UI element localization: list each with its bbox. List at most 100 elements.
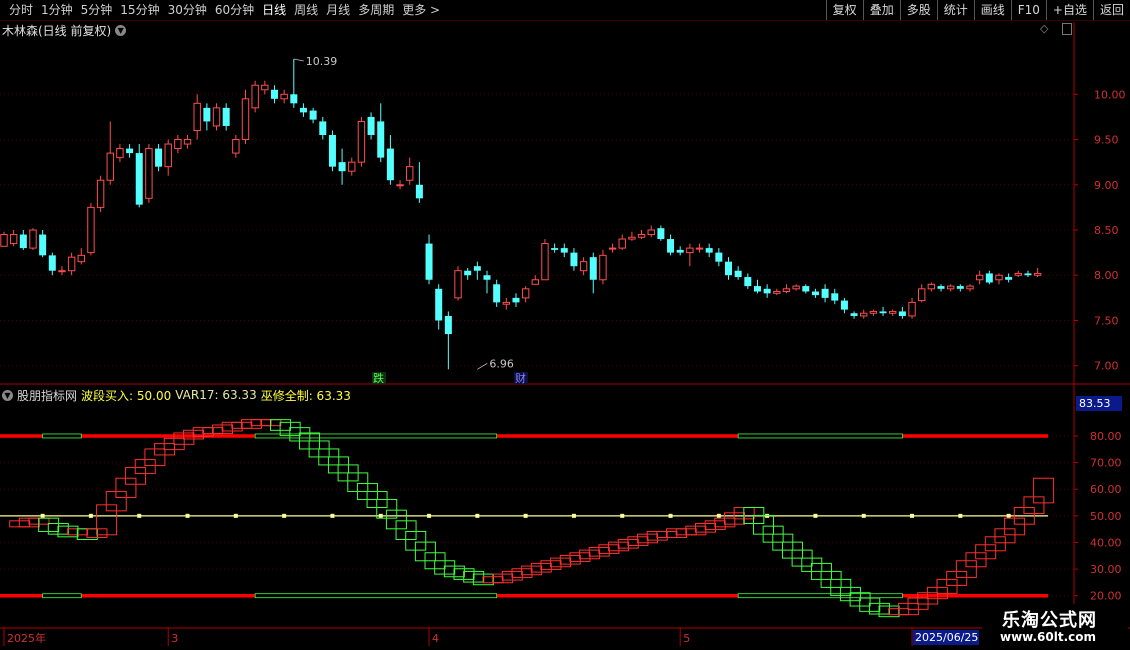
- annotation-arrow: [293, 58, 304, 62]
- candle-body: [367, 116, 375, 135]
- indicator-value-control: 巫修全制: 63.33: [260, 388, 351, 403]
- candle: [744, 273, 752, 289]
- midline-dot: [716, 513, 721, 518]
- price-tick-label: 9.00: [1094, 179, 1119, 192]
- midline-dot: [282, 513, 287, 518]
- candle-body: [918, 288, 926, 302]
- diamond-icon[interactable]: ◇: [1040, 22, 1048, 35]
- candle: [241, 89, 250, 145]
- candle-body: [850, 313, 858, 316]
- candle-body: [560, 248, 568, 253]
- candle: [290, 59, 298, 108]
- candle-body: [946, 285, 955, 290]
- candle-body: [0, 234, 8, 247]
- midline-dot: [523, 513, 528, 518]
- candle-body: [493, 284, 501, 303]
- indicator-value-buy: 波段买入: 50.00: [81, 388, 172, 403]
- chevron-down-icon[interactable]: ▼: [115, 24, 127, 36]
- candle-body: [811, 291, 819, 296]
- candle: [251, 80, 259, 113]
- candle: [319, 116, 327, 140]
- price-tick-label: 9.50: [1094, 134, 1119, 147]
- candle: [1033, 268, 1042, 278]
- candle: [425, 234, 433, 285]
- candle-body: [126, 148, 134, 154]
- candle-body: [512, 297, 520, 303]
- midline-dot: [185, 513, 190, 518]
- candle: [956, 284, 964, 292]
- panel-toggle-icon[interactable]: [1062, 23, 1072, 35]
- candle: [473, 261, 481, 280]
- candle: [338, 148, 346, 185]
- candle-body: [579, 261, 588, 272]
- candle: [87, 202, 95, 256]
- chart-canvas[interactable]: 7.00 7.50 8.00 8.50 9.00 9.50 10.00 20.00 30.00…: [0, 0, 1130, 650]
- oscillator-series: [9, 419, 1055, 618]
- candle-body: [29, 229, 37, 249]
- candle-body: [48, 255, 56, 271]
- candle: [589, 252, 597, 294]
- candle: [328, 130, 336, 172]
- candle-body: [425, 243, 433, 280]
- midline-dot: [378, 513, 383, 518]
- midline-dot: [668, 513, 673, 518]
- candle-body: [9, 234, 18, 245]
- candle: [657, 225, 665, 241]
- candle: [183, 135, 192, 149]
- midline-dot: [475, 513, 480, 518]
- oscillator-axis: 20.00 30.00 40.00 50.00 60.00 70.00 80.00: [1074, 430, 1122, 603]
- candle: [29, 228, 37, 250]
- midline-dot: [958, 513, 963, 518]
- candle: [850, 311, 858, 319]
- candle: [96, 175, 105, 212]
- candle: [164, 139, 172, 176]
- candle-body: [454, 270, 462, 299]
- candle-body: [348, 161, 356, 172]
- midline-dot: [910, 513, 915, 518]
- candle: [937, 284, 945, 292]
- candle-body: [502, 301, 511, 305]
- candle-body: [802, 286, 810, 292]
- osc-tick-label: 20.00: [1090, 590, 1122, 603]
- chart-title-row: 木林森(日线 前复权) ▼: [2, 21, 127, 39]
- level-down-segment: [42, 593, 82, 599]
- candle: [821, 284, 829, 303]
- cursor-date-badge: 2025/06/25: [913, 630, 979, 645]
- annotation-label: 10.39: [306, 55, 338, 68]
- candle: [406, 157, 414, 185]
- candle: [9, 230, 18, 247]
- candle: [840, 297, 848, 314]
- candle: [367, 112, 375, 140]
- candle: [270, 85, 278, 104]
- candle-body: [319, 121, 327, 135]
- candle: [58, 266, 66, 276]
- candle-body: [251, 84, 259, 109]
- candle: [773, 288, 781, 296]
- candle: [946, 284, 955, 292]
- candle: [521, 286, 530, 303]
- chevron-down-icon[interactable]: ▼: [2, 389, 13, 401]
- time-tick-label: 5: [683, 632, 690, 645]
- candle: [193, 94, 201, 140]
- midline-dot: [233, 513, 238, 518]
- candle: [415, 162, 423, 203]
- candle-body: [937, 286, 945, 289]
- candle: [396, 180, 404, 190]
- candle-body: [860, 312, 868, 317]
- candle: [1024, 270, 1032, 278]
- annotation-label: 6.96: [489, 357, 513, 370]
- candle: [725, 257, 732, 280]
- candle-body: [1024, 273, 1032, 276]
- indicator-header: ▼ 股朋指标网 波段买入: 50.00 VAR17: 63.33 巫修全制: 6…: [2, 387, 351, 403]
- candle: [1005, 273, 1013, 283]
- candle: [782, 284, 791, 294]
- candle-body: [77, 254, 85, 263]
- candle-body: [19, 234, 27, 249]
- midline-dot: [571, 513, 576, 518]
- candle: [377, 103, 385, 163]
- candle: [48, 252, 56, 276]
- candle-body: [667, 239, 675, 253]
- indicator-name[interactable]: 股朋指标网: [17, 387, 77, 404]
- osc-tick-label: 50.00: [1090, 510, 1122, 523]
- candle: [531, 275, 539, 285]
